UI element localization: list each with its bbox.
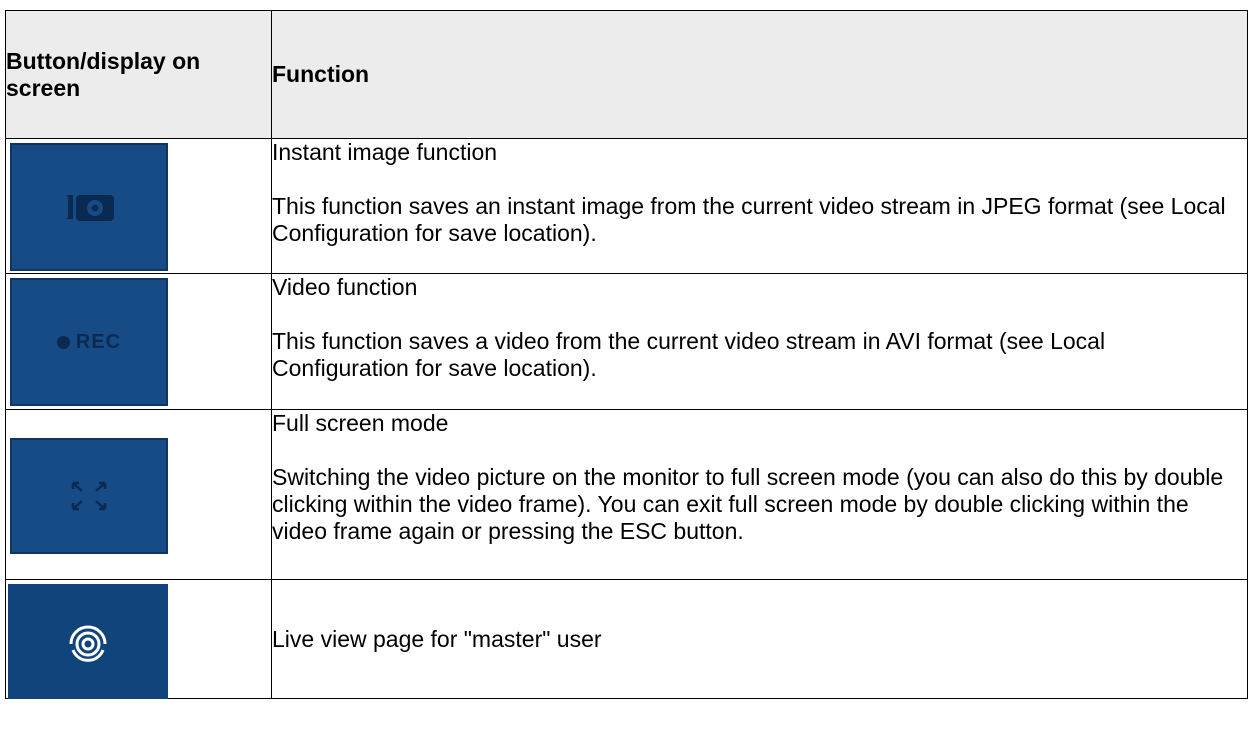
function-title: Live view page for "master" user <box>272 625 602 652</box>
function-cell: Video function This function saves a vid… <box>271 273 1248 410</box>
table-row: Instant image function This function sav… <box>5 138 1248 274</box>
button-cell <box>5 138 272 274</box>
function-description: Switching the video picture on the monit… <box>272 464 1224 544</box>
table-row: Full screen mode Switching the video pic… <box>5 409 1248 580</box>
function-table: Button/display on screen Function Instan… <box>5 10 1248 699</box>
button-cell <box>5 409 272 580</box>
table-row: Live view page for "master" user <box>5 579 1248 699</box>
record-dot-icon <box>56 335 70 349</box>
function-cell: Full screen mode Switching the video pic… <box>271 409 1248 580</box>
button-cell <box>5 579 272 699</box>
table-header-row: Button/display on screen Function <box>5 10 1248 139</box>
camera-icon <box>65 195 114 221</box>
header-function: Function <box>271 10 1248 139</box>
button-cell: REC <box>5 273 272 410</box>
snapshot-button-image <box>10 143 168 271</box>
record-label: REC <box>75 330 122 353</box>
function-title: Instant image function <box>272 139 498 165</box>
table-row: REC Video function This function saves a… <box>5 273 1248 410</box>
record-button-image: REC <box>10 278 168 406</box>
record-icon: REC <box>56 329 122 356</box>
header-button-display: Button/display on screen <box>5 10 272 139</box>
function-cell: Live view page for "master" user <box>271 579 1248 699</box>
live-view-icon <box>69 625 107 662</box>
fullscreen-icon <box>71 481 107 511</box>
function-description: This function saves a video from the cur… <box>272 328 1106 381</box>
function-title: Video function <box>272 274 418 300</box>
function-cell: Instant image function This function sav… <box>271 138 1248 274</box>
function-title: Full screen mode <box>272 410 449 436</box>
live-view-button-image <box>8 584 168 699</box>
fullscreen-button-image <box>10 438 168 554</box>
function-description: This function saves an instant image fro… <box>272 193 1226 246</box>
